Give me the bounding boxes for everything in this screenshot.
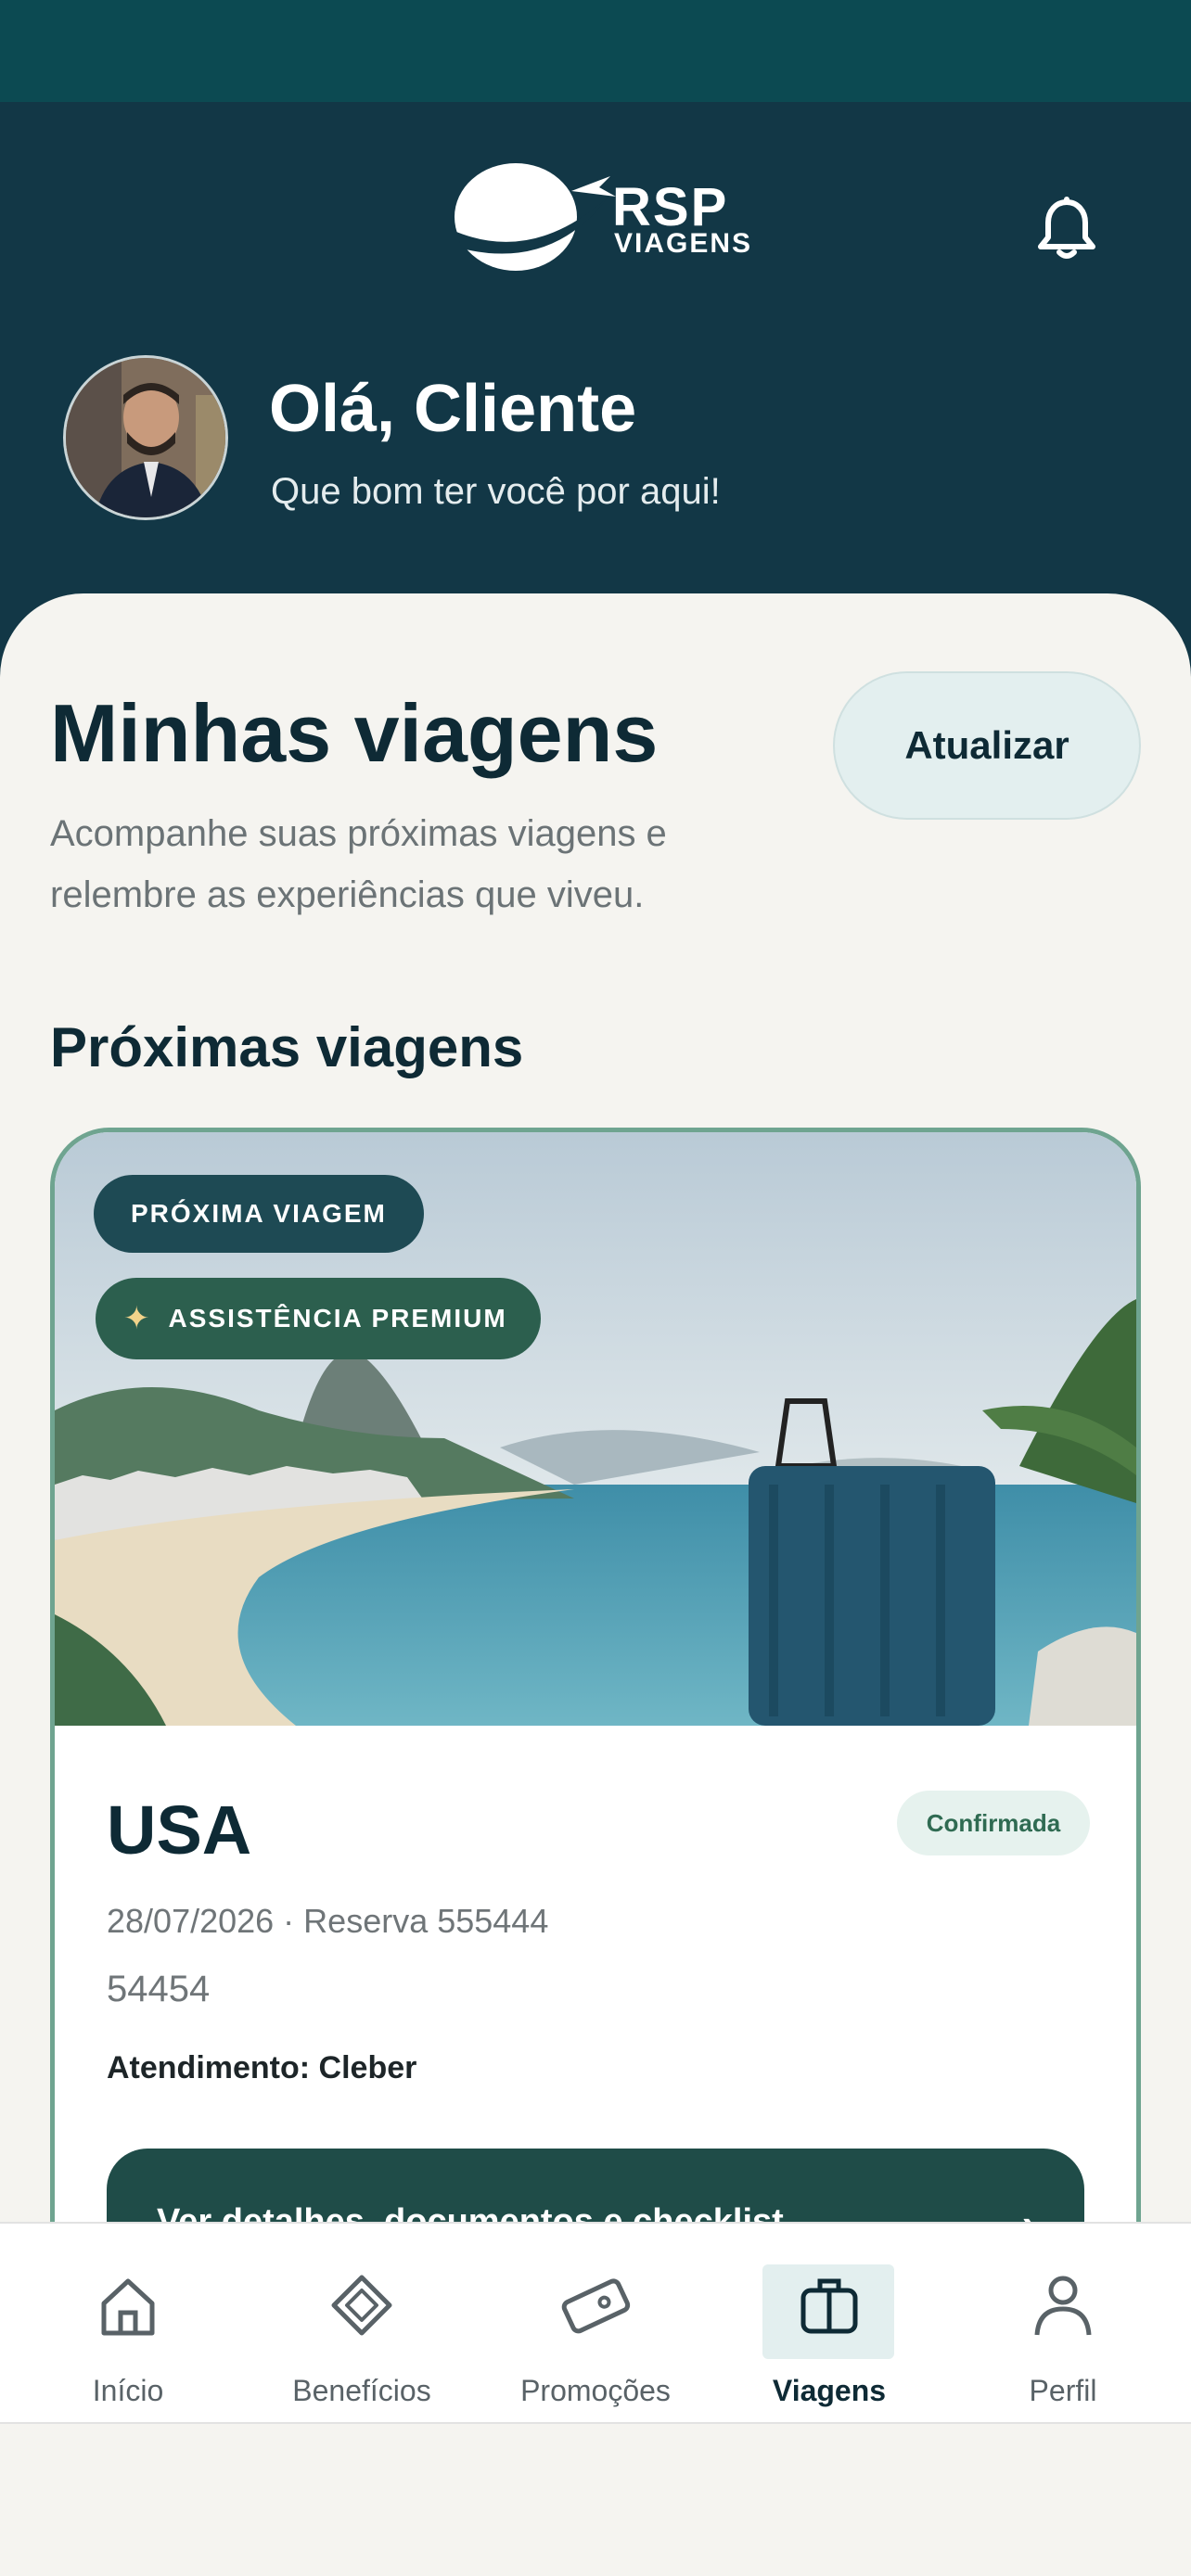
trip-card[interactable]: PRÓXIMA VIAGEM ✦ ASSISTÊNCIA PREMIUM USA… xyxy=(50,1128,1141,2333)
greeting-title: Olá, Cliente xyxy=(269,372,637,446)
nav-item-beneficios[interactable]: Benefícios xyxy=(250,2224,473,2424)
trip-code: 54454 xyxy=(107,1969,211,2009)
avatar[interactable] xyxy=(63,355,228,520)
ticket-icon xyxy=(561,2278,631,2334)
nav-item-inicio[interactable]: Início xyxy=(17,2224,239,2424)
nav-label-perfil: Perfil xyxy=(1029,2374,1097,2407)
page-description: Acompanhe suas próximas viagens e relemb… xyxy=(50,813,667,915)
premium-tag-label: ASSISTÊNCIA PREMIUM xyxy=(168,1304,507,1333)
refresh-button[interactable]: Atualizar xyxy=(833,671,1141,820)
suitcase-icon xyxy=(800,2278,858,2334)
premium-assistance-tag: ✦ ASSISTÊNCIA PREMIUM xyxy=(96,1278,541,1359)
diamond-icon xyxy=(331,2275,392,2336)
page-title: Minhas viagens xyxy=(50,687,659,779)
section-title: Próximas viagens xyxy=(50,1016,524,1078)
user-icon xyxy=(1034,2276,1092,2336)
nav-item-perfil[interactable]: Perfil xyxy=(952,2224,1174,2424)
greeting-subtitle: Que bom ter você por aqui! xyxy=(271,471,721,512)
status-bar xyxy=(0,0,1191,102)
nav-item-viagens[interactable]: Viagens xyxy=(718,2224,941,2424)
trip-destination: USA xyxy=(107,1792,252,1868)
nav-item-promocoes[interactable]: Promoções xyxy=(484,2224,707,2424)
nav-label-beneficios: Benefícios xyxy=(292,2374,431,2407)
bell-icon[interactable] xyxy=(1030,191,1104,265)
trip-agent: Atendimento: Cleber xyxy=(107,2050,417,2085)
user-photo xyxy=(66,358,225,517)
brand-subtitle: VIAGENS xyxy=(614,228,753,259)
nav-label-inicio: Início xyxy=(92,2374,164,2407)
nav-label-viagens: Viagens xyxy=(772,2374,887,2407)
status-badge: Confirmada xyxy=(897,1791,1090,1855)
bottom-navigation: Início Benefícios Promoções Viagens Perf… xyxy=(0,2222,1191,2424)
nav-label-promocoes: Promoções xyxy=(520,2374,671,2407)
sparkle-icon: ✦ xyxy=(123,1301,152,1336)
next-trip-tag: PRÓXIMA VIAGEM xyxy=(94,1175,424,1253)
trip-date-reservation: 28/07/2026 · Reserva 555444 xyxy=(107,1902,549,1940)
home-icon xyxy=(101,2278,155,2336)
